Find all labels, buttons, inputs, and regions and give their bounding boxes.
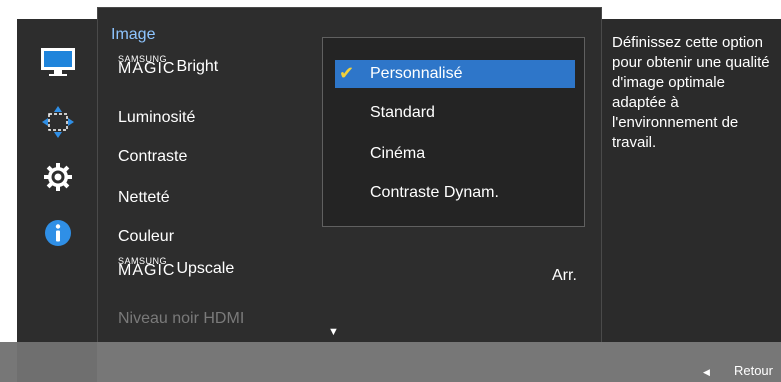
gear-icon[interactable]	[39, 158, 77, 196]
option-cinema[interactable]: Cinéma	[335, 140, 575, 168]
back-label: Retour	[733, 363, 773, 378]
menu-item-nettete[interactable]: Netteté	[118, 189, 170, 207]
option-contraste-dynam[interactable]: Contraste Dynam.	[335, 179, 575, 207]
back-button[interactable]: ◀ Retour	[703, 363, 773, 378]
upscale-value: Arr.	[552, 267, 577, 284]
menu-item-contraste[interactable]: Contraste	[118, 148, 187, 166]
option-standard[interactable]: Standard	[335, 99, 575, 127]
resize-arrows-icon[interactable]	[39, 103, 77, 141]
option-personnalise[interactable]: ✔ Personnalisé	[335, 60, 575, 88]
monitor-icon[interactable]	[39, 43, 77, 81]
samsung-magic-logo: SAMSUNG MAGIC	[118, 54, 176, 78]
magic-bright-submenu: ✔ Personnalisé Standard Cinéma Contraste…	[322, 37, 585, 227]
info-icon[interactable]	[39, 214, 77, 252]
menu-item-label: Bright	[176, 57, 219, 75]
menu-title: Image	[111, 26, 156, 43]
menu-item-couleur[interactable]: Couleur	[118, 228, 174, 246]
menu-item-label: Upscale	[176, 259, 235, 277]
scroll-down-icon[interactable]: ▼	[328, 326, 339, 338]
checkmark-icon: ✔	[339, 63, 355, 83]
category-rail	[17, 19, 97, 342]
help-text: Définissez cette option pour obtenir une…	[612, 34, 770, 151]
menu-item-luminosite[interactable]: Luminosité	[118, 109, 195, 127]
samsung-magic-logo: SAMSUNG MAGIC	[118, 256, 176, 280]
left-arrow-icon: ◀	[703, 367, 710, 377]
menu-item-magic-bright[interactable]: SAMSUNG MAGIC Bright	[118, 54, 219, 78]
menu-item-magic-upscale[interactable]: SAMSUNG MAGIC Upscale	[118, 256, 235, 280]
footer-bar	[0, 342, 781, 382]
osd-screen: Image SAMSUNG MAGIC Bright Luminosité Co…	[0, 0, 781, 382]
footer-rail-segment	[17, 342, 97, 382]
menu-item-niveau-noir-hdmi: Niveau noir HDMI	[118, 310, 245, 327]
